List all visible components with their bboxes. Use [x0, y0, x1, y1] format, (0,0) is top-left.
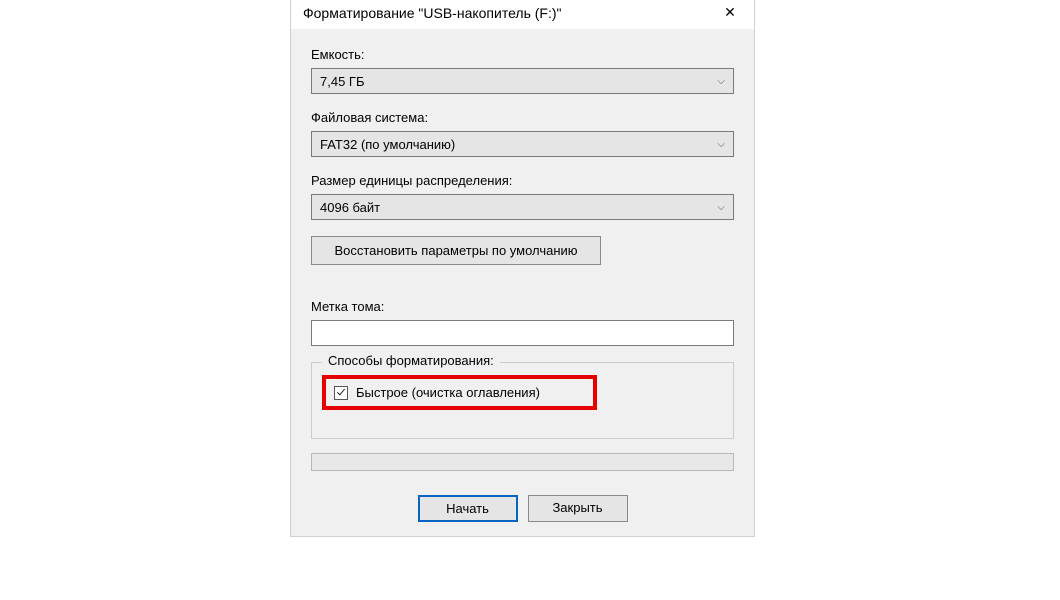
highlight-annotation: Быстрое (очистка оглавления)	[322, 375, 597, 410]
check-icon	[337, 387, 345, 396]
titlebar: Форматирование "USB-накопитель (F:)" ✕	[291, 0, 754, 29]
capacity-value: 7,45 ГБ	[320, 74, 364, 89]
restore-defaults-button[interactable]: Восстановить параметры по умолчанию	[311, 236, 601, 265]
quick-format-checkbox[interactable]	[334, 386, 348, 400]
allocation-label: Размер единицы распределения:	[311, 173, 734, 188]
close-button[interactable]: Закрыть	[528, 495, 628, 522]
close-icon[interactable]: ✕	[718, 4, 742, 21]
methods-label: Способы форматирования:	[322, 353, 500, 368]
capacity-select[interactable]: 7,45 ГБ ⌵	[311, 68, 734, 94]
quick-format-label: Быстрое (очистка оглавления)	[356, 385, 540, 400]
volume-input[interactable]	[311, 320, 734, 346]
allocation-select[interactable]: 4096 байт ⌵	[311, 194, 734, 220]
start-button[interactable]: Начать	[418, 495, 518, 522]
progress-bar	[311, 453, 734, 471]
chevron-down-icon: ⌵	[717, 139, 725, 150]
format-dialog: Форматирование "USB-накопитель (F:)" ✕ Е…	[290, 0, 755, 537]
filesystem-label: Файловая система:	[311, 110, 734, 125]
format-methods-group: Способы форматирования: Быстрое (очистка…	[311, 362, 734, 439]
allocation-value: 4096 байт	[320, 200, 380, 215]
dialog-title: Форматирование "USB-накопитель (F:)"	[303, 5, 562, 21]
volume-label: Метка тома:	[311, 299, 734, 314]
chevron-down-icon: ⌵	[717, 202, 725, 213]
capacity-label: Емкость:	[311, 47, 734, 62]
chevron-down-icon: ⌵	[717, 76, 725, 87]
dialog-footer: Начать Закрыть	[291, 481, 754, 536]
filesystem-value: FAT32 (по умолчанию)	[320, 137, 455, 152]
dialog-body: Емкость: 7,45 ГБ ⌵ Файловая система: FAT…	[291, 29, 754, 481]
filesystem-select[interactable]: FAT32 (по умолчанию) ⌵	[311, 131, 734, 157]
